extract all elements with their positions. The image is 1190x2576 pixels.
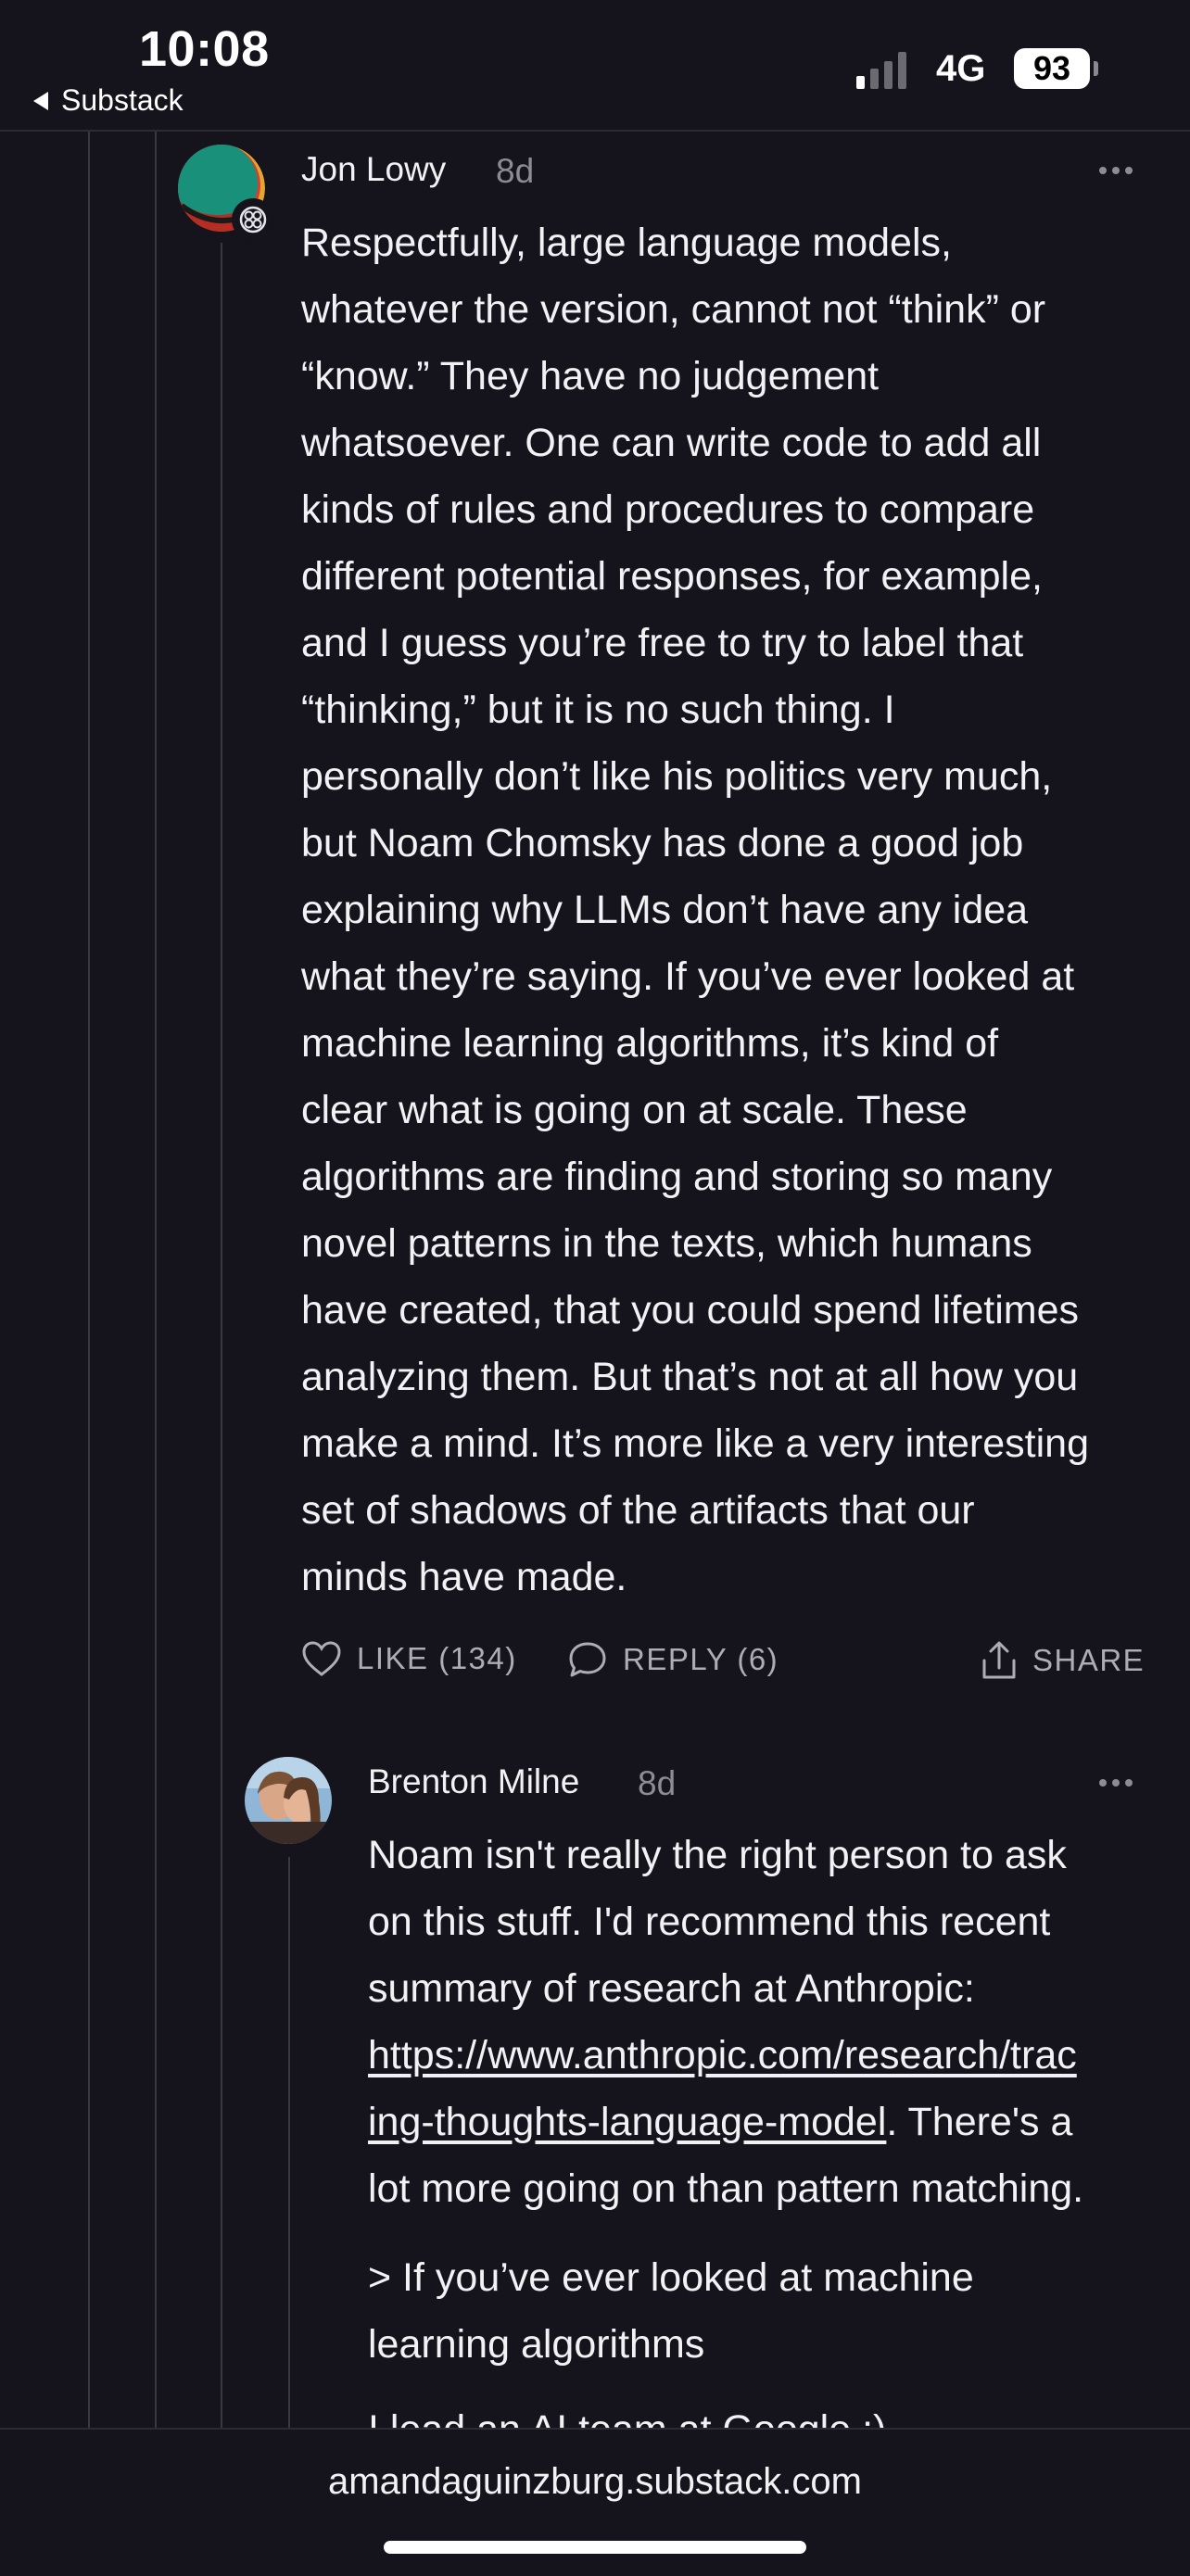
browser-url-bar: amandaguinzburg.substack.com <box>0 2428 1190 2576</box>
comment-line: > If you’ve ever looked at machine <box>368 2255 974 2300</box>
comment-quote: > If you’ve ever looked at machine learn… <box>368 2244 1174 2378</box>
share-button[interactable]: SHARE <box>981 1640 1145 1681</box>
share-icon <box>982 1641 1016 1679</box>
network-type: 4G <box>936 48 986 89</box>
comment-line: summary of research at Anthropic: <box>368 1966 975 2011</box>
community-badge-icon <box>232 198 274 241</box>
comment-line: minds have made. <box>301 1555 627 1599</box>
heart-icon <box>302 1641 341 1676</box>
thread-line-level-2 <box>155 132 157 2428</box>
comment-line: have created, that you could spend lifet… <box>301 1288 1080 1332</box>
reply-label: REPLY (6) <box>623 1642 779 1676</box>
more-options-icon[interactable] <box>1099 1779 1133 1787</box>
comment-line: analyzing them. But that’s not at all ho… <box>301 1355 1079 1399</box>
more-options-icon[interactable] <box>1099 167 1133 174</box>
comment-line: “know.” They have no judgement <box>301 354 880 398</box>
comment-line: on this stuff. I'd recommend this recent <box>368 1900 1051 1944</box>
comment-line: make a mind. It’s more like a very inter… <box>301 1421 1089 1466</box>
comment-line: learning algorithms <box>368 2322 705 2367</box>
comment-line: novel patterns in the texts, which human… <box>301 1221 1032 1266</box>
back-to-substack-button[interactable]: Substack <box>33 83 184 118</box>
comment-line: algorithms are finding and storing so ma… <box>301 1155 1053 1199</box>
comment-timestamp: 8d <box>638 1764 677 1802</box>
comment-line: ing-thoughts-language-model. There's a <box>368 2089 1174 2155</box>
avatar[interactable] <box>245 1757 332 1844</box>
comment-line: kinds of rules and procedures to compare <box>301 487 1035 532</box>
battery-icon <box>1094 61 1098 76</box>
share-label: SHARE <box>1032 1643 1146 1677</box>
status-time: 10:08 <box>139 21 270 77</box>
comment-line: “thinking,” but it is no such thing. I <box>301 688 895 732</box>
comment-body: Respectfully, large language models, wha… <box>301 209 1172 1610</box>
comment-line: whatsoever. One can write code to add al… <box>301 421 1042 465</box>
comment-line: whatever the version, cannot not “think”… <box>301 287 1046 332</box>
comment-line: Respectfully, large language models, <box>301 221 952 265</box>
comment-author[interactable]: Brenton Milne <box>368 1762 579 1801</box>
header-divider <box>0 130 1190 132</box>
comment-line: different potential responses, for examp… <box>301 554 1043 599</box>
comment-line: clear what is going on at scale. These <box>301 1088 968 1132</box>
link-trailing-text: . There's a <box>886 2100 1073 2144</box>
comment-body: Noam isn't really the right person to as… <box>368 1822 1174 2222</box>
comment-timestamp: 8d <box>496 152 535 190</box>
thread-line-brenton-milne <box>288 1857 290 2428</box>
home-indicator[interactable] <box>384 2541 806 2554</box>
comment-line: explaining why LLMs don’t have any idea <box>301 888 1029 932</box>
thread-line-jon-lowy <box>221 243 222 2428</box>
anthropic-research-link[interactable]: https://www.anthropic.com/research/trac <box>368 2033 1077 2077</box>
comment-line: personally don’t like his politics very … <box>301 754 1053 799</box>
comment-line: and I guess you’re free to try to label … <box>301 621 1024 665</box>
comment-line: lot more going on than pattern matching. <box>368 2166 1084 2211</box>
thread-line-level-1 <box>88 132 90 2428</box>
comment-line: machine learning algorithms, it’s kind o… <box>301 1021 999 1066</box>
comment-line: https://www.anthropic.com/research/trac <box>368 2022 1174 2089</box>
comment-line: Noam isn't really the right person to as… <box>368 1833 1067 1877</box>
cellular-signal-icon <box>856 50 906 89</box>
status-bar: 10:08 Substack 4G 93 <box>0 0 1190 130</box>
comment-author[interactable]: Jon Lowy <box>301 150 446 189</box>
back-arrow-icon <box>33 91 48 110</box>
like-label: LIKE (134) <box>357 1641 517 1675</box>
comment-line: what they’re saying. If you’ve ever look… <box>301 954 1075 999</box>
comment-line: but Noam Chomsky has done a good job <box>301 821 1024 865</box>
reply-button[interactable]: REPLY (6) <box>567 1640 779 1679</box>
speech-bubble-icon <box>569 1642 606 1677</box>
anthropic-research-link[interactable]: ing-thoughts-language-model <box>368 2100 886 2144</box>
back-label: Substack <box>61 83 184 117</box>
battery-level: 93 <box>1014 48 1090 89</box>
site-url[interactable]: amandaguinzburg.substack.com <box>0 2461 1190 2503</box>
comment-line: set of shadows of the artifacts that our <box>301 1488 975 1533</box>
like-button[interactable]: LIKE (134) <box>301 1640 517 1677</box>
